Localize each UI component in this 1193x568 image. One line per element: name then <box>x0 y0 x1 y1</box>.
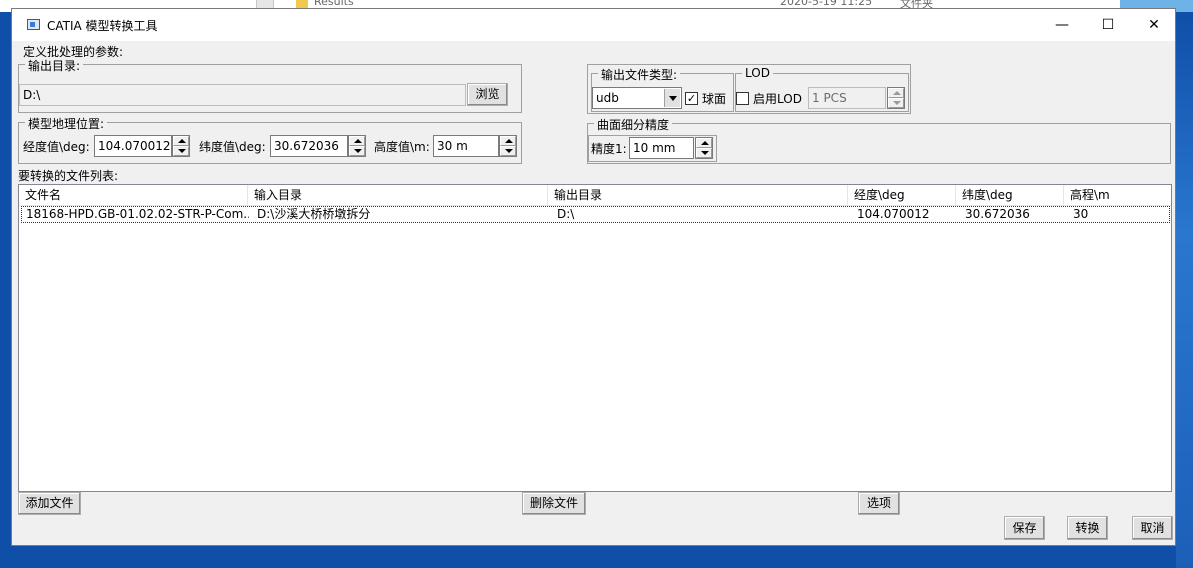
latitude-spin-up[interactable] <box>349 136 365 146</box>
latitude-spin-down[interactable] <box>349 146 365 156</box>
output-type-combo[interactable]: udb <box>592 87 682 109</box>
longitude-spin-up[interactable] <box>173 136 189 146</box>
geo-position-group-title: 模型地理位置: <box>25 115 108 132</box>
column-header-longitude[interactable]: 经度\deg <box>848 185 956 205</box>
table-row[interactable]: 18168-HPD.GB-01.02.02-STR-P-Com... D:\沙溪… <box>21 206 1170 223</box>
longitude-field[interactable]: 104.070012 <box>94 135 172 157</box>
desktop-background <box>1176 12 1193 568</box>
lod-group-title: LOD <box>742 66 773 80</box>
lod-spin-up[interactable] <box>888 88 904 98</box>
lod-count-field[interactable]: 1 PCS <box>808 87 886 109</box>
precision-label: 精度1: <box>591 142 627 156</box>
app-icon <box>27 19 40 30</box>
file-list-header: 文件名 输入目录 输出目录 经度\deg 纬度\deg 高程\m <box>19 185 1171 206</box>
maximize-button[interactable]: ☐ <box>1085 9 1131 41</box>
altitude-spin-up[interactable] <box>500 136 516 146</box>
precision-spinner[interactable] <box>695 137 713 159</box>
add-file-button[interactable]: 添加文件 <box>18 492 81 515</box>
minimize-button[interactable]: — <box>1039 9 1085 41</box>
output-type-group-title: 输出文件类型: <box>598 66 681 83</box>
window-title: CATIA 模型转换工具 <box>47 19 158 33</box>
cell-latitude: 30.672036 <box>965 207 1030 221</box>
lod-spin-down[interactable] <box>888 98 904 108</box>
chevron-down-icon[interactable] <box>664 89 680 107</box>
latitude-spinner[interactable] <box>348 135 366 157</box>
precision-spin-up[interactable] <box>696 138 712 148</box>
column-header-latitude[interactable]: 纬度\deg <box>956 185 1064 205</box>
longitude-label: 经度值\deg: <box>23 140 90 154</box>
delete-file-button[interactable]: 删除文件 <box>522 492 586 515</box>
column-header-filename[interactable]: 文件名 <box>19 185 248 205</box>
precision-group-title: 曲面细分精度 <box>594 116 673 133</box>
longitude-spin-down[interactable] <box>173 146 189 156</box>
browse-button[interactable]: 浏览 <box>467 83 508 106</box>
cell-input-dir: D:\沙溪大桥桥墩拆分 <box>257 207 371 221</box>
sphere-checkbox[interactable]: ✓ <box>685 92 698 105</box>
file-list-table[interactable]: 文件名 输入目录 输出目录 经度\deg 纬度\deg 高程\m 18168-H… <box>18 184 1172 492</box>
enable-lod-checkbox[interactable] <box>736 92 749 105</box>
enable-lod-label: 启用LOD <box>753 92 802 106</box>
cell-output-dir: D:\ <box>557 207 575 221</box>
options-button[interactable]: 选项 <box>858 492 900 515</box>
cell-longitude: 104.070012 <box>857 207 930 221</box>
cell-filename: 18168-HPD.GB-01.02.02-STR-P-Com... <box>26 207 249 221</box>
background-folder-name: Results <box>314 0 354 8</box>
longitude-spinner[interactable] <box>172 135 190 157</box>
altitude-spin-down[interactable] <box>500 146 516 156</box>
latitude-field[interactable]: 30.672036 <box>270 135 348 157</box>
convert-button[interactable]: 转换 <box>1067 516 1108 540</box>
output-dir-group-title: 输出目录: <box>25 57 84 74</box>
file-list-label: 要转换的文件列表: <box>18 169 119 183</box>
altitude-field[interactable]: 30 m <box>433 135 499 157</box>
column-header-input-dir[interactable]: 输入目录 <box>248 185 548 205</box>
column-header-elevation[interactable]: 高程\m <box>1064 185 1171 205</box>
cell-elevation: 30 <box>1073 207 1089 221</box>
altitude-spinner[interactable] <box>499 135 517 157</box>
precision-field[interactable]: 10 mm <box>629 137 694 159</box>
column-header-output-dir[interactable]: 输出目录 <box>548 185 848 205</box>
cancel-button[interactable]: 取消 <box>1132 516 1173 540</box>
latitude-label: 纬度值\deg: <box>199 140 266 154</box>
close-button[interactable]: ✕ <box>1131 9 1177 41</box>
title-bar[interactable]: CATIA 模型转换工具 — ☐ ✕ <box>12 9 1175 41</box>
background-folder-date: 2020-5-19 11:25 <box>780 0 873 8</box>
output-type-selected: udb <box>596 91 619 105</box>
output-dir-field[interactable]: D:\ <box>19 84 466 106</box>
save-button[interactable]: 保存 <box>1004 516 1045 540</box>
precision-spin-down[interactable] <box>696 148 712 158</box>
altitude-label: 高度值\m: <box>374 140 430 154</box>
lod-count-spinner[interactable] <box>887 87 905 109</box>
main-window: CATIA 模型转换工具 — ☐ ✕ 定义批处理的参数: 输出目录: D:\ 浏… <box>11 8 1176 546</box>
sphere-label: 球面 <box>702 92 727 106</box>
